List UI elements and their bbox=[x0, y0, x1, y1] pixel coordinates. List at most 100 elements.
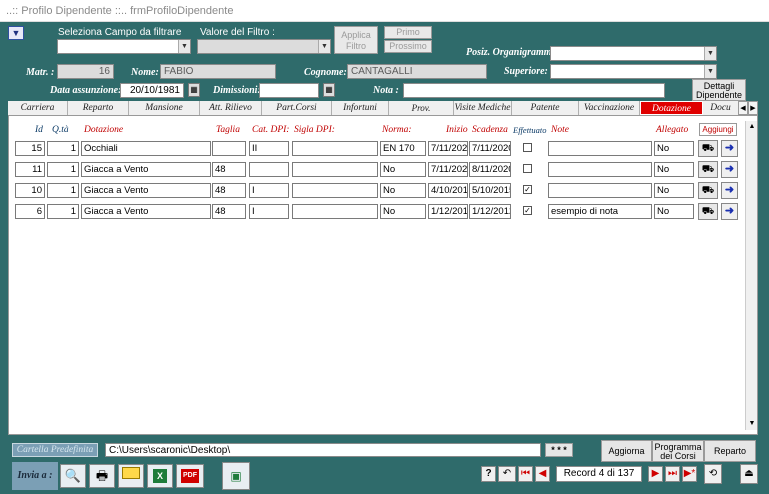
filter-value-combo[interactable]: ▼ bbox=[197, 39, 331, 54]
cell-dotazione[interactable]: Giacca a Vento bbox=[81, 183, 211, 198]
tab-scroll-left-icon[interactable]: ◀ bbox=[738, 101, 748, 115]
cell-cat[interactable]: II bbox=[249, 141, 289, 156]
tab-prov-disciplinari[interactable]: Prov. Disciplinari bbox=[389, 101, 454, 127]
tab-reparto[interactable]: Reparto bbox=[68, 101, 129, 115]
cell-id[interactable]: 15 bbox=[15, 141, 45, 156]
preview-icon[interactable]: 🔍 bbox=[60, 464, 86, 488]
attachment-icon[interactable]: ⛟ bbox=[698, 140, 718, 157]
tab-scroll-right-icon[interactable]: ▶ bbox=[748, 101, 758, 115]
cell-qta[interactable]: 1 bbox=[47, 162, 79, 177]
cell-taglia[interactable]: 48 bbox=[212, 183, 246, 198]
cell-inizio[interactable]: 4/10/2015 bbox=[428, 183, 468, 198]
cell-scadenza[interactable]: 5/10/2015 bbox=[469, 183, 511, 198]
cell-sigla[interactable] bbox=[292, 183, 378, 198]
cell-scadenza[interactable]: 7/11/2020 bbox=[469, 141, 511, 156]
next-record-button[interactable]: ▶ bbox=[648, 466, 663, 482]
cognome-field[interactable]: CANTAGALLI bbox=[347, 64, 487, 79]
grid-vertical-scrollbar[interactable]: ▲ ▼ bbox=[745, 121, 757, 430]
cell-qta[interactable]: 1 bbox=[47, 183, 79, 198]
cell-taglia[interactable] bbox=[212, 141, 246, 156]
cell-cat[interactable] bbox=[249, 162, 289, 177]
org-position-combo[interactable]: ▼ bbox=[550, 46, 717, 61]
first-button[interactable]: Primo bbox=[384, 26, 432, 39]
cell-dotazione[interactable]: Giacca a Vento bbox=[81, 162, 211, 177]
cell-cat[interactable]: I bbox=[249, 183, 289, 198]
cell-note[interactable] bbox=[548, 183, 652, 198]
nome-field[interactable]: FABIO bbox=[160, 64, 276, 79]
exit-button[interactable]: ⏏ bbox=[740, 464, 758, 484]
programma-corsi-button[interactable]: Programma dei Corsi bbox=[652, 440, 704, 462]
cell-sigla[interactable] bbox=[292, 162, 378, 177]
attachment-icon[interactable]: ⛟ bbox=[698, 203, 718, 220]
aggiorna-button[interactable]: Aggiorna bbox=[601, 440, 652, 462]
cell-allegato[interactable]: No bbox=[654, 162, 694, 177]
first-record-button[interactable]: ⏮ bbox=[518, 466, 533, 482]
help-button[interactable]: ? bbox=[481, 466, 496, 482]
filter-field-combo[interactable]: ▼ bbox=[57, 39, 191, 54]
cell-scadenza[interactable]: 1/12/2012 bbox=[469, 204, 511, 219]
arrow-right-icon[interactable]: ➜ bbox=[721, 203, 738, 220]
cell-scadenza[interactable]: 8/11/2020 bbox=[469, 162, 511, 177]
tab-dotazione[interactable]: Dotazione bbox=[640, 101, 703, 115]
default-folder-field[interactable]: C:\Users\scaronic\Desktop\ bbox=[105, 443, 541, 457]
cell-taglia[interactable]: 48 bbox=[212, 162, 246, 177]
chevron-down-icon[interactable]: ▼ bbox=[178, 40, 190, 53]
cell-norma[interactable]: No bbox=[380, 204, 426, 219]
cell-norma[interactable]: No bbox=[380, 162, 426, 177]
cell-id[interactable]: 11 bbox=[15, 162, 45, 177]
superior-combo[interactable]: ▼ bbox=[550, 64, 717, 79]
effettuato-checkbox[interactable]: ✓ bbox=[523, 206, 532, 215]
print-icon[interactable]: 🖶 bbox=[89, 464, 115, 488]
email-icon[interactable] bbox=[118, 464, 144, 488]
arrow-right-icon[interactable]: ➜ bbox=[721, 182, 738, 199]
tab-vaccinazione[interactable]: Vaccinazione bbox=[579, 101, 640, 115]
tab-carriera[interactable]: Carriera bbox=[8, 101, 68, 115]
pdf-icon[interactable]: PDF bbox=[176, 464, 204, 488]
cell-id[interactable]: 10 bbox=[15, 183, 45, 198]
next-button[interactable]: Prossimo bbox=[384, 40, 432, 53]
effettuato-checkbox[interactable] bbox=[523, 143, 532, 152]
arrow-right-icon[interactable]: ➜ bbox=[721, 161, 738, 178]
cell-inizio[interactable]: 7/11/2020 bbox=[428, 162, 468, 177]
new-record-button[interactable]: ▶* bbox=[682, 466, 697, 482]
form-icon[interactable]: ▼ bbox=[8, 26, 24, 40]
attachment-icon[interactable]: ⛟ bbox=[698, 182, 718, 199]
cell-allegato[interactable]: No bbox=[654, 141, 694, 156]
export-icon[interactable]: ▣ bbox=[222, 462, 250, 490]
tab-docu[interactable]: Docu bbox=[703, 101, 738, 115]
tab-infortuni[interactable]: Infortuni bbox=[332, 101, 389, 115]
scroll-up-icon[interactable]: ▲ bbox=[746, 121, 758, 133]
matr-field[interactable]: 16 bbox=[57, 64, 114, 79]
tab-patente[interactable]: Patente bbox=[512, 101, 579, 115]
chevron-down-icon[interactable]: ▼ bbox=[318, 40, 330, 53]
excel-icon[interactable]: X bbox=[147, 464, 173, 488]
previous-record-button[interactable]: ◀ bbox=[535, 466, 550, 482]
refresh-button[interactable]: ⟲ bbox=[704, 464, 722, 484]
reparto-button[interactable]: Reparto bbox=[704, 440, 756, 462]
tab-part-corsi[interactable]: Part.Corsi bbox=[262, 101, 332, 115]
cell-id[interactable]: 6 bbox=[15, 204, 45, 219]
cell-allegato[interactable]: No bbox=[654, 204, 694, 219]
employee-details-button[interactable]: Dettagli Dipendente bbox=[692, 79, 746, 101]
cell-inizio[interactable]: 1/12/2010 bbox=[428, 204, 468, 219]
browse-folder-button[interactable]: * * * bbox=[545, 443, 573, 457]
calendar-icon[interactable]: ▦ bbox=[323, 83, 335, 97]
cell-norma[interactable]: No bbox=[380, 183, 426, 198]
arrow-right-icon[interactable]: ➜ bbox=[721, 140, 738, 157]
cell-qta[interactable]: 1 bbox=[47, 204, 79, 219]
apply-filter-button[interactable]: Applica Filtro bbox=[334, 26, 378, 54]
cell-sigla[interactable] bbox=[292, 204, 378, 219]
cell-taglia[interactable]: 48 bbox=[212, 204, 246, 219]
attachment-icon[interactable]: ⛟ bbox=[698, 161, 718, 178]
tab-att-rilievo[interactable]: Att. Rilievo bbox=[200, 101, 262, 115]
cell-norma[interactable]: EN 170 bbox=[380, 141, 426, 156]
cell-qta[interactable]: 1 bbox=[47, 141, 79, 156]
cell-note[interactable]: esempio di nota bbox=[548, 204, 652, 219]
tab-visite-mediche[interactable]: Visite Mediche bbox=[454, 101, 512, 115]
tab-mansione[interactable]: Mansione bbox=[129, 101, 200, 115]
calendar-icon[interactable]: ▦ bbox=[188, 83, 200, 97]
dismissal-field[interactable] bbox=[259, 83, 319, 98]
cell-allegato[interactable]: No bbox=[654, 183, 694, 198]
cell-sigla[interactable] bbox=[292, 141, 378, 156]
chevron-down-icon[interactable]: ▼ bbox=[704, 65, 716, 78]
